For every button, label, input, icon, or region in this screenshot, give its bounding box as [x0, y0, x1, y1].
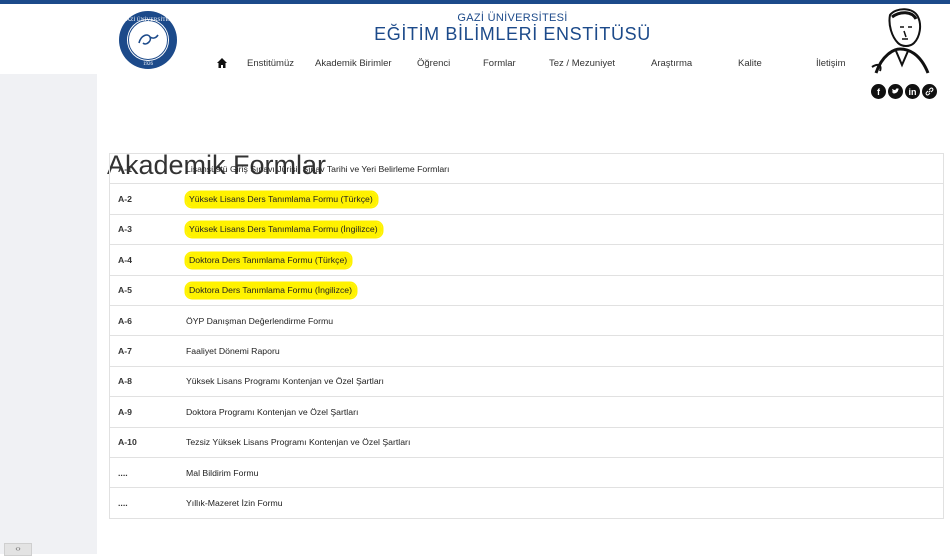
- form-cell: Doktora Ders Tanımlama Formu (İngilizce): [186, 274, 944, 306]
- logo-year: 1926: [143, 62, 154, 67]
- form-cell: Lisansüstü Giriş Sınavı Jürisi, Sınav Ta…: [186, 152, 944, 185]
- university-name: GAZİ ÜNİVERSİTESİ: [457, 12, 568, 24]
- form-link[interactable]: Lisansüstü Giriş Sınavı Jürisi, Sınav Ta…: [186, 164, 449, 174]
- home-icon[interactable]: [216, 57, 228, 69]
- form-link[interactable]: Faaliyet Dönemi Raporu: [186, 346, 280, 356]
- table-row: .... Yıllık-Mazeret İzin Formu: [109, 487, 944, 519]
- form-link[interactable]: ÖYP Danışman Değerlendirme Formu: [186, 316, 333, 326]
- form-link[interactable]: Tezsiz Yüksek Lisans Programı Kontenjan …: [186, 437, 410, 447]
- linkedin-icon[interactable]: in: [905, 84, 920, 99]
- forms-table: A-1 Lisansüstü Giriş Sınavı Jürisi, Sınav…: [109, 152, 944, 519]
- form-link[interactable]: Doktora Programı Kontenjan ve Özel Şartl…: [186, 407, 358, 417]
- form-link[interactable]: Yüksek Lisans Ders Tanımlama Formu (Türk…: [186, 192, 377, 208]
- nav-item-enstitumuz[interactable]: Enstitümüz: [247, 58, 294, 69]
- nav-item-formlar[interactable]: Formlar: [483, 58, 516, 69]
- nav-item-tez-mezuniyet[interactable]: Tez / Mezuniyet: [549, 58, 615, 69]
- form-cell: Yüksek Lisans Ders Tanımlama Formu (İngi…: [186, 213, 944, 246]
- form-cell: Yüksek Lisans Programı Kontenjan ve Özel…: [186, 365, 944, 398]
- form-link[interactable]: Doktora Ders Tanımlama Formu (İngilizce): [186, 283, 357, 299]
- social-links: f in: [871, 84, 937, 99]
- form-cell: ÖYP Danışman Değerlendirme Formu: [186, 304, 944, 337]
- form-link[interactable]: Doktora Ders Tanımlama Formu (Türkçe): [186, 252, 352, 268]
- ataturk-portrait: [871, 8, 930, 74]
- form-cell: Doktora Ders Tanımlama Formu (Türkçe): [186, 244, 944, 276]
- table-row: A-7 Faaliyet Dönemi Raporu: [109, 335, 944, 367]
- form-code: A-5: [109, 274, 186, 306]
- nav-item-arastirma[interactable]: Araştırma: [651, 58, 692, 69]
- institute-name[interactable]: EĞİTİM BİLİMLERİ ENSTİTÜSÜ: [0, 24, 950, 45]
- form-code: ....: [109, 487, 186, 519]
- table-row: A-1 Lisansüstü Giriş Sınavı Jürisi, Sınav…: [109, 152, 944, 185]
- form-code: A-8: [109, 365, 186, 398]
- form-cell: Yüksek Lisans Ders Tanımlama Formu (Türk…: [186, 183, 944, 215]
- form-cell: Tezsiz Yüksek Lisans Programı Kontenjan …: [186, 426, 944, 458]
- form-cell: Doktora Programı Kontenjan ve Özel Şartl…: [186, 396, 944, 428]
- form-code: A-1: [109, 152, 186, 185]
- table-row: A-2 Yüksek Lisans Ders Tanımlama Formu (T…: [109, 183, 944, 215]
- form-code: A-3: [109, 213, 186, 246]
- nav-item-akademik-birimler[interactable]: Akademik Birimler: [315, 58, 392, 69]
- form-link[interactable]: Mal Bildirim Formu: [186, 468, 258, 478]
- link-icon[interactable]: [922, 84, 937, 99]
- form-link[interactable]: Yıllık-Mazeret İzin Formu: [186, 498, 283, 508]
- form-link[interactable]: Yüksek Lisans Ders Tanımlama Formu (İngi…: [186, 222, 382, 238]
- table-row: A-9 Doktora Programı Kontenjan ve Özel Şa…: [109, 396, 944, 428]
- form-code: A-2: [109, 183, 186, 215]
- form-code: A-6: [109, 304, 186, 337]
- facebook-icon[interactable]: f: [871, 84, 886, 99]
- table-row: A-3 Yüksek Lisans Ders Tanımlama Formu (İ…: [109, 213, 944, 246]
- form-code: A-7: [109, 335, 186, 367]
- table-row: A-4 Doktora Ders Tanımlama Formu (Türkçe): [109, 244, 944, 276]
- left-sidebar-strip: [0, 74, 97, 554]
- table-row: A-6 ÖYP Danışman Değerlendirme Formu: [109, 304, 944, 337]
- form-code: A-9: [109, 396, 186, 428]
- form-code: A-10: [109, 426, 186, 458]
- form-code: ....: [109, 456, 186, 489]
- site-header: GAZİ ÜNİVERSİTESİ 1926 GAZİ ÜNİVERSİTESİ…: [0, 4, 950, 74]
- table-row: A-10 Tezsiz Yüksek Lisans Programı Konten…: [109, 426, 944, 458]
- table-row: .... Mal Bildirim Formu: [109, 456, 944, 489]
- form-link[interactable]: Yüksek Lisans Programı Kontenjan ve Özel…: [186, 376, 384, 386]
- nav-item-ogrenci[interactable]: Öğrenci: [417, 58, 450, 69]
- form-cell: Faaliyet Dönemi Raporu: [186, 335, 944, 367]
- scroll-toggle-button[interactable]: ‹›: [4, 543, 32, 556]
- nav-item-iletisim[interactable]: İletişim: [816, 58, 846, 69]
- nav-item-kalite[interactable]: Kalite: [738, 58, 762, 69]
- table-row: A-8 Yüksek Lisans Programı Kontenjan ve Ö…: [109, 365, 944, 398]
- table-row: A-5 Doktora Ders Tanımlama Formu (İngiliz…: [109, 274, 944, 306]
- form-cell: Yıllık-Mazeret İzin Formu: [186, 487, 944, 519]
- form-code: A-4: [109, 244, 186, 276]
- form-cell: Mal Bildirim Formu: [186, 456, 944, 489]
- twitter-icon[interactable]: [888, 84, 903, 99]
